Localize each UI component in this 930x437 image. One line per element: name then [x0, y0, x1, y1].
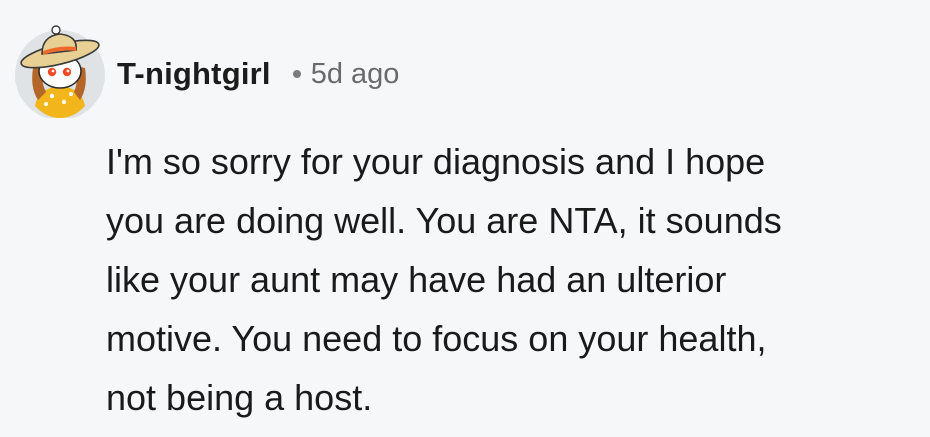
- comment-body: I'm so sorry for your diagnosis and I ho…: [106, 132, 906, 427]
- comment-body-line: like your aunt may have had an ulterior: [106, 259, 727, 300]
- comment-meta: T-nightgirl 5d ago: [117, 52, 399, 96]
- separator-dot: [292, 70, 301, 78]
- timestamp[interactable]: 5d ago: [311, 58, 400, 91]
- comment: T-nightgirl 5d ago I'm so sorry for your…: [0, 0, 930, 437]
- comment-body-line: I'm so sorry for your diagnosis and I ho…: [106, 141, 766, 182]
- comment-body-line: you are doing well. You are NTA, it soun…: [106, 200, 782, 241]
- comment-body-line: not being a host.: [106, 377, 373, 418]
- username-link[interactable]: T-nightgirl: [117, 56, 271, 92]
- user-avatar-icon[interactable]: [8, 18, 108, 118]
- comment-body-line: motive. You need to focus on your health…: [106, 318, 767, 359]
